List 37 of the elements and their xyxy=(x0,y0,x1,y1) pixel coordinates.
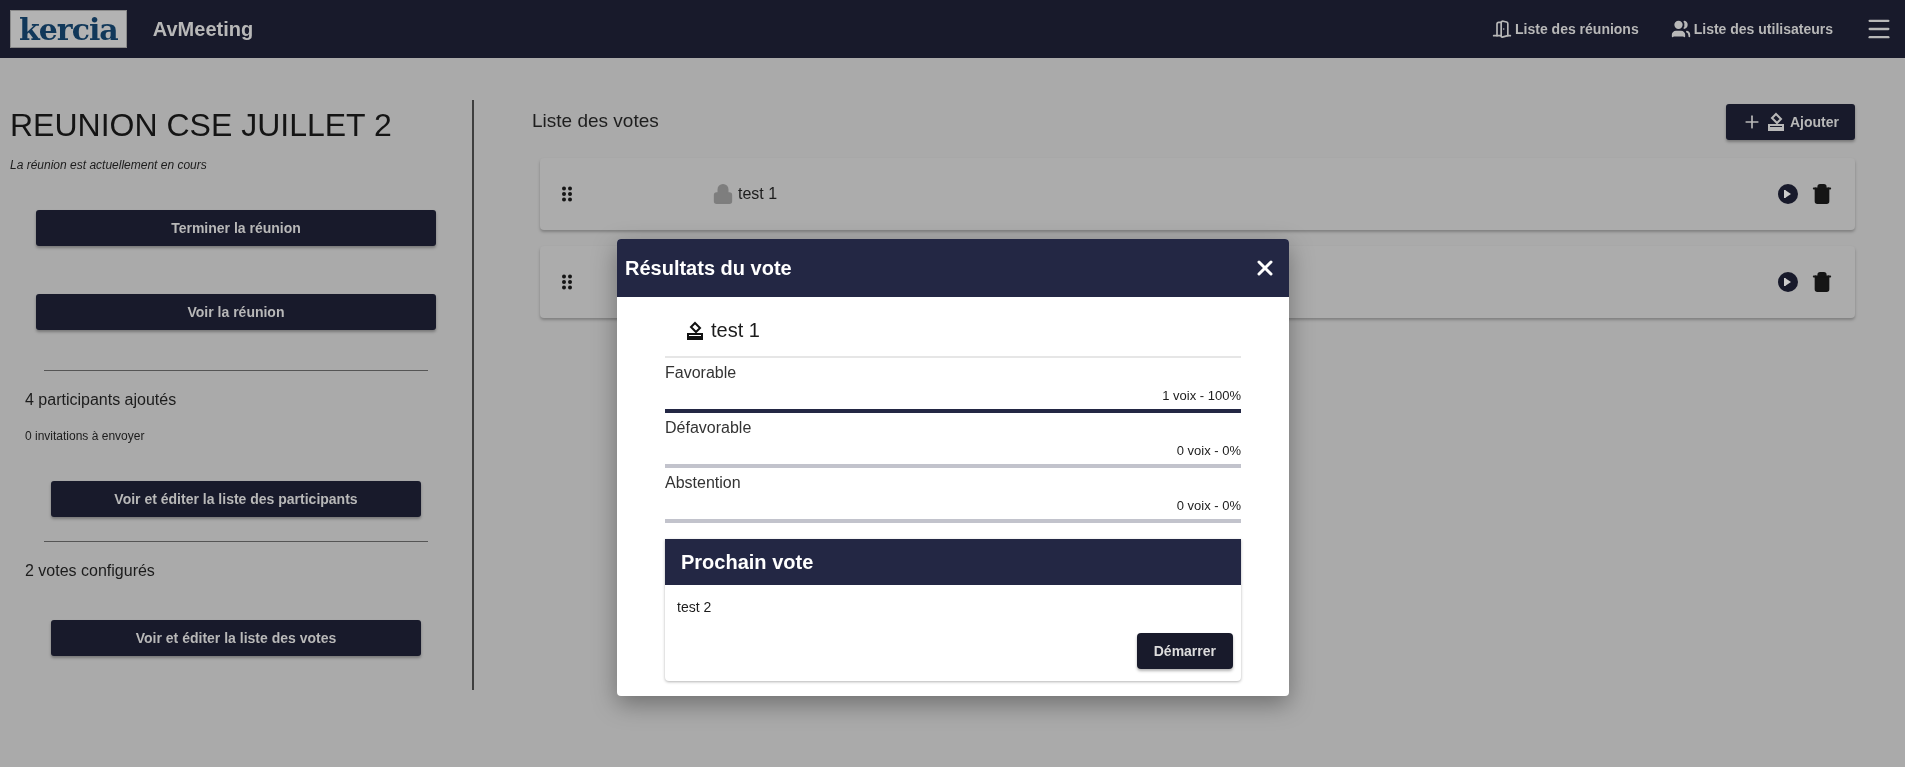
drag-handle-icon[interactable] xyxy=(562,186,572,202)
nav-link[interactable]: Liste des réunions xyxy=(1492,19,1639,39)
result-reading: 0 voix - 0% xyxy=(1175,498,1241,513)
play-icon[interactable] xyxy=(1777,271,1799,293)
next-vote-title: test 2 xyxy=(677,599,713,615)
invitations-count: 0 invitations à envoyer xyxy=(25,429,146,443)
ballot-icon xyxy=(685,320,705,341)
start-button[interactable]: Démarrer xyxy=(1136,633,1233,669)
action-button[interactable]: Terminer la réunion xyxy=(36,210,436,246)
delete-icon[interactable] xyxy=(1811,183,1833,205)
play-icon[interactable] xyxy=(1777,183,1799,205)
ballot-icon xyxy=(1766,112,1786,132)
users-icon xyxy=(1670,19,1691,39)
logo: kercia xyxy=(10,10,127,48)
app-name: AvMeeting xyxy=(152,17,254,41)
delete-icon[interactable] xyxy=(1811,271,1833,293)
door-icon xyxy=(1492,19,1512,39)
result-label: Défavorable xyxy=(665,419,753,437)
meeting-status: La réunion est actuellement en cours xyxy=(10,158,208,172)
participants-summary: 4 participants ajoutés xyxy=(25,391,178,409)
vote-title: test 1 xyxy=(738,185,778,203)
next-vote-heading: Prochain vote xyxy=(665,539,1241,585)
meeting-title: REUNION CSE JUILLET 2 xyxy=(10,106,393,144)
result-label: Favorable xyxy=(665,364,738,382)
participants-button[interactable]: Voir et éditer la liste des participants xyxy=(51,481,421,517)
vote-name: test 1 xyxy=(711,319,760,342)
result-reading: 0 voix - 0% xyxy=(1175,443,1241,458)
nav-link[interactable]: Liste des utilisateurs xyxy=(1670,19,1833,39)
votes-summary: 2 votes configurés xyxy=(25,562,156,580)
list-title: Liste des votes xyxy=(532,110,659,132)
action-button[interactable]: Voir la réunion xyxy=(36,294,436,330)
add-button[interactable]: Ajouter xyxy=(1726,104,1855,140)
result-label: Abstention xyxy=(665,474,742,492)
dialog-title: Résultats du vote xyxy=(625,256,792,280)
drag-handle-icon[interactable] xyxy=(562,274,572,290)
result-reading: 1 voix - 100% xyxy=(1161,388,1241,403)
votes-button[interactable]: Voir et éditer la liste des votes xyxy=(51,620,421,656)
